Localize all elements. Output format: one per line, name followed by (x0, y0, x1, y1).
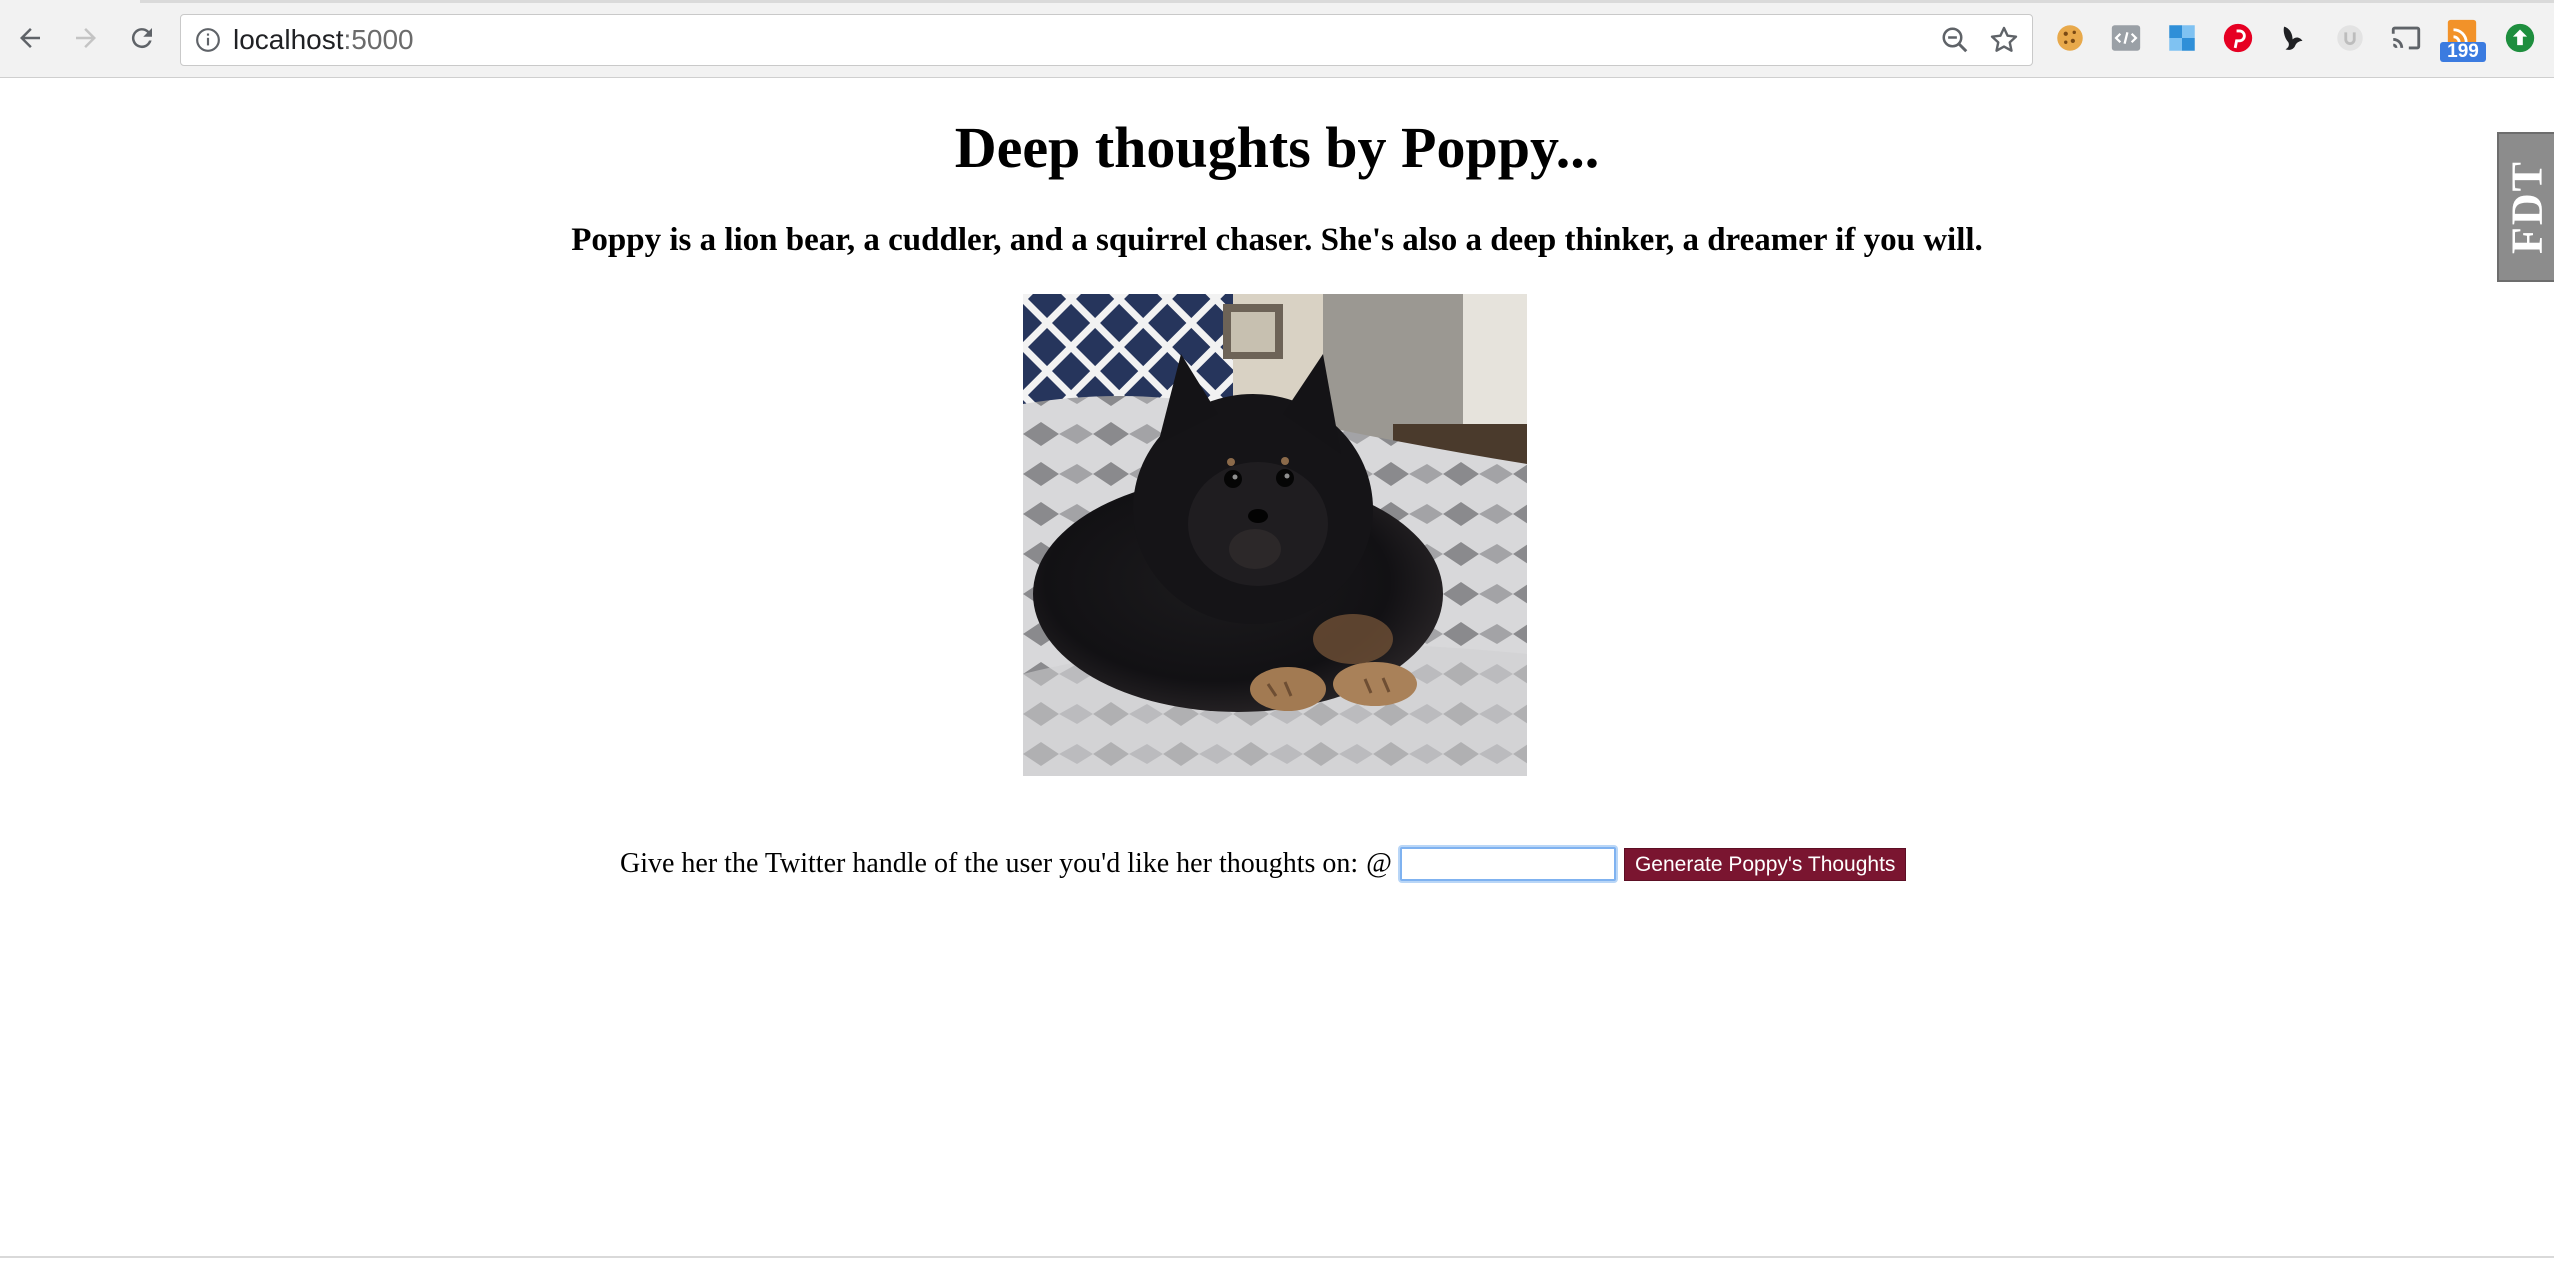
handle-prompt-label: Give her the Twitter handle of the user … (620, 848, 1359, 879)
site-info-icon[interactable] (195, 27, 221, 53)
extension-badge-count: 199 (2440, 42, 2486, 62)
cookie-icon[interactable] (2052, 20, 2088, 56)
reload-icon[interactable] (122, 18, 162, 58)
fdt-side-tab[interactable]: FDT (2497, 132, 2554, 282)
at-symbol-label: @ (1366, 848, 1392, 879)
handle-form: Give her the Twitter handle of the user … (620, 844, 1907, 884)
page-content: Deep thoughts by Poppy... Poppy is a lio… (0, 78, 2554, 1258)
dog-photo-illustration (1023, 294, 1527, 776)
poppy-dog-photo (1023, 294, 1527, 776)
code-icon[interactable] (2108, 20, 2144, 56)
page-title: Deep thoughts by Poppy... (954, 115, 1600, 180)
page-subtitle: Poppy is a lion bear, a cuddler, and a s… (571, 222, 1983, 258)
window-bottom-border (0, 1256, 2554, 1258)
upload-arrow-icon[interactable] (2502, 20, 2538, 56)
puzzle-map-icon[interactable] (2164, 20, 2200, 56)
fdt-side-tab-label: FDT (2502, 160, 2551, 254)
pinterest-icon[interactable] (2220, 20, 2256, 56)
bookmark-star-icon[interactable] (1988, 24, 2020, 56)
url-port: :5000 (343, 24, 414, 55)
zoom-out-icon[interactable] (1940, 25, 1970, 55)
url-text[interactable]: localhost:5000 (233, 15, 414, 65)
circle-u-icon[interactable] (2332, 20, 2368, 56)
tab-strip-edge (0, 0, 2554, 3)
generate-thoughts-button[interactable]: Generate Poppy's Thoughts (1623, 847, 1907, 881)
browser-toolbar: localhost:5000 199 (0, 0, 2554, 78)
forward-arrow-icon[interactable] (66, 18, 106, 58)
bird-icon[interactable] (2276, 20, 2312, 56)
back-arrow-icon[interactable] (10, 18, 50, 58)
cast-icon[interactable] (2388, 20, 2424, 56)
twitter-handle-input[interactable] (1399, 847, 1616, 881)
url-host: localhost (233, 24, 344, 55)
address-bar[interactable]: localhost:5000 (180, 14, 2033, 66)
